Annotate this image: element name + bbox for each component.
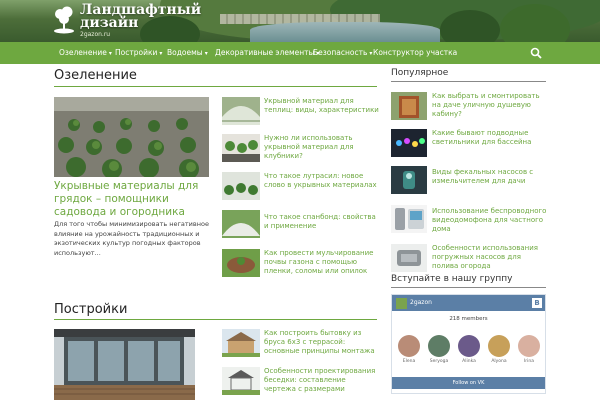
caret-down-icon: ▾: [204, 50, 208, 57]
section-divider: [54, 319, 377, 320]
vk-header[interactable]: 2gazon В: [392, 295, 545, 311]
avatar[interactable]: [398, 335, 420, 357]
nav-item-buildings[interactable]: Постройки ▾: [115, 42, 162, 64]
vk-follow-button[interactable]: Follow on VK: [392, 377, 545, 389]
avatar[interactable]: [518, 335, 540, 357]
header-banner: Ландшафтный дизайн 2gazon.ru: [0, 0, 600, 42]
popular-title: Популярное: [391, 68, 449, 78]
featured-description: Для того чтобы минимизировать негативное…: [54, 220, 209, 257]
avatar-name: Alinka: [462, 359, 476, 364]
sidebar-divider: [391, 81, 546, 82]
caret-down-icon: ▾: [108, 50, 112, 57]
featured-caption[interactable]: Укрывные материалы для грядок – помощник…: [54, 180, 214, 219]
group-title: Вступайте в нашу группу: [391, 274, 513, 284]
avatar[interactable]: [428, 335, 450, 357]
avatar-name: Alyona: [491, 359, 507, 364]
tree-logo-icon[interactable]: [52, 5, 76, 35]
site-subtitle: 2gazon.ru: [80, 31, 111, 38]
nav-item-safety[interactable]: Безопасность ▾: [313, 42, 372, 64]
buildings-featured-image[interactable]: [54, 329, 195, 400]
nav-item-ponds[interactable]: Водоемы ▾: [167, 42, 208, 64]
nav-item-greening[interactable]: Озеленение ▾: [59, 42, 112, 64]
avatar-name: Irina: [523, 359, 535, 364]
caret-down-icon: ▾: [159, 50, 163, 57]
main-nav: Озеленение ▾ Постройки ▾ Водоемы ▾ Декорати…: [0, 42, 600, 64]
nav-item-decor[interactable]: Декоративные элементы ▾: [215, 42, 319, 64]
site-title[interactable]: Ландшафтный дизайн: [80, 3, 201, 30]
sidebar-divider: [391, 287, 546, 288]
avatar-name: Elena: [402, 359, 416, 364]
avatar[interactable]: [458, 335, 480, 357]
vk-group-name[interactable]: 2gazon: [410, 295, 432, 311]
avatar[interactable]: [488, 335, 510, 357]
caret-down-icon: ▾: [369, 50, 373, 57]
vk-logo-icon[interactable]: В: [532, 298, 542, 308]
section-title-greening[interactable]: Озеленение: [54, 68, 137, 83]
vk-members-count: 218 members: [449, 316, 488, 322]
featured-image[interactable]: [54, 97, 209, 177]
nav-item-constructor[interactable]: Конструктор участка: [373, 42, 457, 64]
avatar-name: Seryoga: [429, 359, 449, 364]
section-title-buildings[interactable]: Постройки: [54, 302, 127, 317]
section-divider: [54, 86, 377, 87]
vk-group-avatar[interactable]: [396, 298, 407, 309]
vk-widget: 2gazon В 218 members Elena Seryoga Alink…: [391, 294, 546, 394]
search-icon[interactable]: [530, 47, 542, 59]
